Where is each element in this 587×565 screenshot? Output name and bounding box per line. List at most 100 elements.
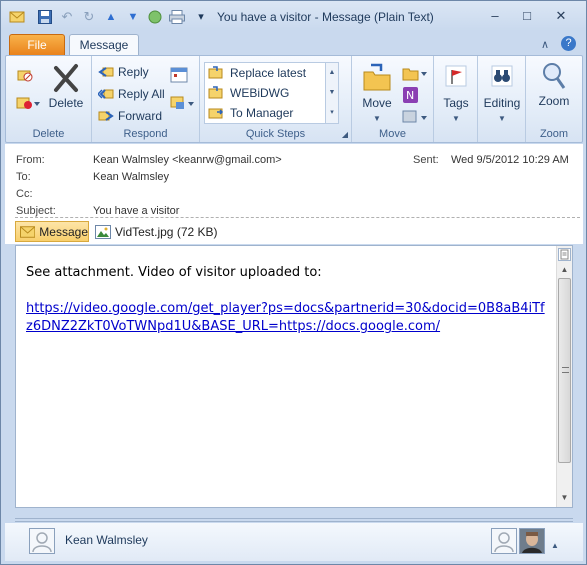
- cleanup-icon[interactable]: [16, 94, 42, 112]
- quick-step-label: Replace latest: [230, 66, 307, 80]
- from-value[interactable]: Kean Walmsley <keanrw@gmail.com>: [93, 154, 282, 166]
- quick-step-webidwg[interactable]: WEBiDWG: [205, 83, 325, 103]
- attachment-item[interactable]: VidTest.jpg (72 KB): [95, 221, 218, 242]
- quick-steps-scroll[interactable]: ▲ ▼ ▾: [326, 62, 339, 124]
- reply-button[interactable]: Reply: [98, 64, 149, 80]
- magnifier-icon: [543, 63, 566, 89]
- person-name[interactable]: Kean Walmsley: [65, 533, 148, 547]
- tab-file[interactable]: File: [9, 34, 65, 56]
- delete-button-label: Delete: [48, 96, 84, 110]
- mark-icon[interactable]: [147, 9, 163, 25]
- tab-message[interactable]: Message: [69, 34, 139, 57]
- outlook-message-window: ↶ ↻ ▲ ▼ ▾ You have a visitor - Message (…: [0, 0, 587, 565]
- actions-icon[interactable]: [402, 108, 428, 126]
- minimize-button[interactable]: –: [485, 7, 505, 25]
- outlook-app-icon[interactable]: [9, 9, 25, 25]
- window-title: You have a visitor - Message (Plain Text…: [217, 10, 434, 24]
- move-dropdown-icon: ▼: [373, 114, 381, 123]
- quick-steps-gallery: Replace latest WEBiDWG To Manager: [204, 62, 326, 124]
- forward-label: Forward: [118, 109, 163, 123]
- dialog-launcher-icon[interactable]: ◢: [342, 130, 348, 139]
- maximize-button[interactable]: □: [517, 7, 537, 25]
- subject-value: You have a visitor: [93, 205, 180, 217]
- close-button[interactable]: ✕: [551, 7, 571, 25]
- cc-label: Cc:: [16, 188, 33, 200]
- move-button[interactable]: Move ▼: [358, 62, 396, 124]
- reply-label: Reply: [118, 65, 149, 79]
- print-icon[interactable]: [169, 9, 185, 25]
- ignore-icon[interactable]: [16, 66, 34, 84]
- reply-all-button[interactable]: Reply All: [98, 86, 165, 102]
- body-line: See attachment. Video of visitor uploade…: [26, 265, 322, 280]
- quick-step-to-manager[interactable]: To Manager: [205, 103, 325, 123]
- tags-button-label: Tags: [443, 96, 469, 110]
- profile-photo[interactable]: [519, 528, 545, 554]
- flag-icon: [445, 65, 467, 87]
- redo-icon[interactable]: ↻: [81, 9, 97, 25]
- forward-button[interactable]: Forward: [98, 108, 162, 124]
- message-body[interactable]: See attachment. Video of visitor uploade…: [15, 245, 573, 508]
- group-zoom: Zoom Zoom: [526, 56, 582, 142]
- customize-quick-access-icon[interactable]: ▾: [193, 9, 209, 25]
- to-label: To:: [16, 171, 31, 183]
- page-icon[interactable]: [558, 248, 571, 261]
- editing-button[interactable]: Editing ▼: [480, 62, 524, 124]
- undo-icon[interactable]: ↶: [59, 9, 75, 25]
- scroll-thumb[interactable]: [558, 278, 571, 463]
- zoom-button[interactable]: Zoom: [530, 60, 578, 108]
- header-separator: [15, 217, 580, 218]
- next-item-icon[interactable]: ▼: [125, 9, 141, 25]
- onenote-icon[interactable]: N: [402, 86, 420, 104]
- quick-step-label: To Manager: [230, 106, 294, 120]
- avatar[interactable]: [491, 528, 517, 554]
- previous-item-icon[interactable]: ▲: [103, 9, 119, 25]
- envelope-arrow-icon: [208, 66, 223, 79]
- attachment-label: VidTest.jpg (72 KB): [115, 224, 218, 239]
- message-tab[interactable]: Message: [15, 221, 89, 242]
- message-header: From: Kean Walmsley <keanrw@gmail.com> S…: [5, 144, 583, 244]
- save-icon[interactable]: [37, 9, 53, 25]
- subject-label: Subject:: [16, 205, 56, 217]
- people-pane: Kean Walmsley ▲: [5, 523, 583, 561]
- scroll-down-icon[interactable]: ▼: [557, 491, 572, 505]
- zoom-button-label: Zoom: [538, 94, 570, 108]
- scroll-up-icon[interactable]: ▲: [557, 263, 572, 277]
- tags-button[interactable]: Tags ▼: [436, 62, 476, 124]
- delete-x-icon: [54, 64, 78, 92]
- editing-dropdown-icon: ▼: [498, 114, 506, 123]
- to-value[interactable]: Kean Walmsley: [93, 171, 169, 183]
- editing-button-label: Editing: [483, 96, 521, 110]
- group-editing: Editing ▼: [478, 56, 526, 142]
- move-folder-icon: [363, 63, 391, 91]
- svg-text:N: N: [406, 89, 414, 102]
- sent-label: Sent:: [413, 154, 439, 166]
- delete-button[interactable]: Delete: [46, 62, 86, 110]
- envelope-arrow-icon: [208, 86, 223, 99]
- tags-dropdown-icon: ▼: [452, 114, 460, 123]
- group-move-label: Move: [379, 128, 406, 140]
- vertical-scrollbar[interactable]: ▲ ▼: [556, 246, 572, 507]
- image-file-icon: [95, 224, 111, 239]
- expand-people-pane-icon[interactable]: ▲: [551, 541, 559, 550]
- group-quick-steps-label: Quick Steps: [245, 128, 306, 140]
- quick-step-replace-latest[interactable]: Replace latest: [205, 63, 325, 83]
- title-bar: ↶ ↻ ▲ ▼ ▾ You have a visitor - Message (…: [1, 1, 586, 31]
- message-tab-label: Message: [39, 224, 88, 239]
- reply-icon: [98, 67, 114, 77]
- people-pane-divider[interactable]: [15, 518, 573, 522]
- group-delete: Delete Delete: [6, 56, 92, 142]
- ribbon-tabs: File Message ∧ ?: [1, 31, 586, 57]
- rules-icon[interactable]: [402, 64, 428, 82]
- move-button-label: Move: [362, 96, 392, 110]
- minimize-ribbon-icon[interactable]: ∧: [541, 38, 549, 51]
- group-quick-steps: Replace latest WEBiDWG To Manager ▲ ▼ ▾ Qu…: [200, 56, 352, 142]
- avatar[interactable]: [29, 528, 55, 554]
- quick-step-label: WEBiDWG: [230, 86, 290, 100]
- envelope-icon: [20, 225, 36, 238]
- video-link[interactable]: https://video.google.com/get_player?ps=d…: [26, 300, 546, 336]
- meeting-icon[interactable]: [170, 66, 188, 84]
- help-icon[interactable]: ?: [561, 36, 576, 51]
- sent-value: Wed 9/5/2012 10:29 AM: [451, 154, 569, 166]
- more-respond-icon[interactable]: [170, 94, 196, 112]
- forward-icon: [98, 111, 114, 121]
